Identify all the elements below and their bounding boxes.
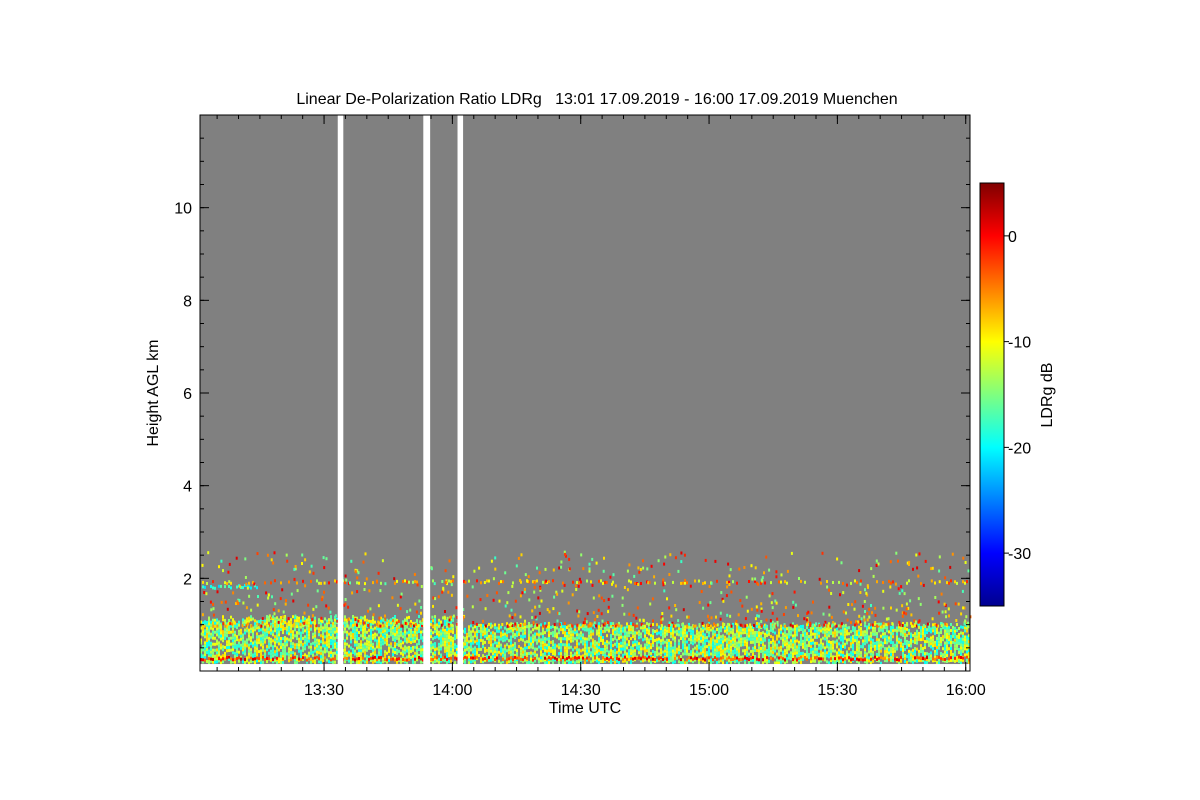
data-gap-3: [457, 115, 464, 671]
x-tick-label: 13:30: [304, 682, 344, 699]
y-tick-label: 6: [183, 386, 192, 403]
colorbar-ticks: 0 -10 -20 -30: [1004, 229, 1031, 563]
data-gap-1: [337, 115, 344, 671]
data-gap-2: [423, 115, 431, 671]
x-tick-label: 15:30: [817, 682, 857, 699]
colorbar-label: LDRg dB: [1039, 363, 1056, 428]
colorbar-tick-label: -20: [1008, 440, 1031, 457]
colorbar-tick-label: -30: [1008, 546, 1031, 563]
y-tick-label: 8: [183, 293, 192, 310]
x-tick-label: 14:00: [432, 682, 472, 699]
x-tick-label: 15:00: [689, 682, 729, 699]
x-tick-label: 16:00: [946, 682, 986, 699]
colorbar-tick-label: 0: [1008, 229, 1017, 246]
ldr-chart: Linear De-Polarization Ratio LDRg 13:01 …: [145, 91, 1056, 717]
y-tick-label: 10: [174, 201, 192, 218]
colorbar-tick-label: -10: [1008, 335, 1031, 352]
y-axis-label: Height AGL km: [145, 339, 162, 446]
colorbar: [979, 182, 1005, 607]
chart-title: Linear De-Polarization Ratio LDRg 13:01 …: [296, 91, 897, 108]
plot-background: [200, 115, 970, 671]
x-tick-label: 14:30: [561, 682, 601, 699]
y-tick-label: 2: [183, 571, 192, 588]
y-tick-label: 4: [183, 479, 192, 496]
x-axis-label: Time UTC: [549, 700, 621, 717]
